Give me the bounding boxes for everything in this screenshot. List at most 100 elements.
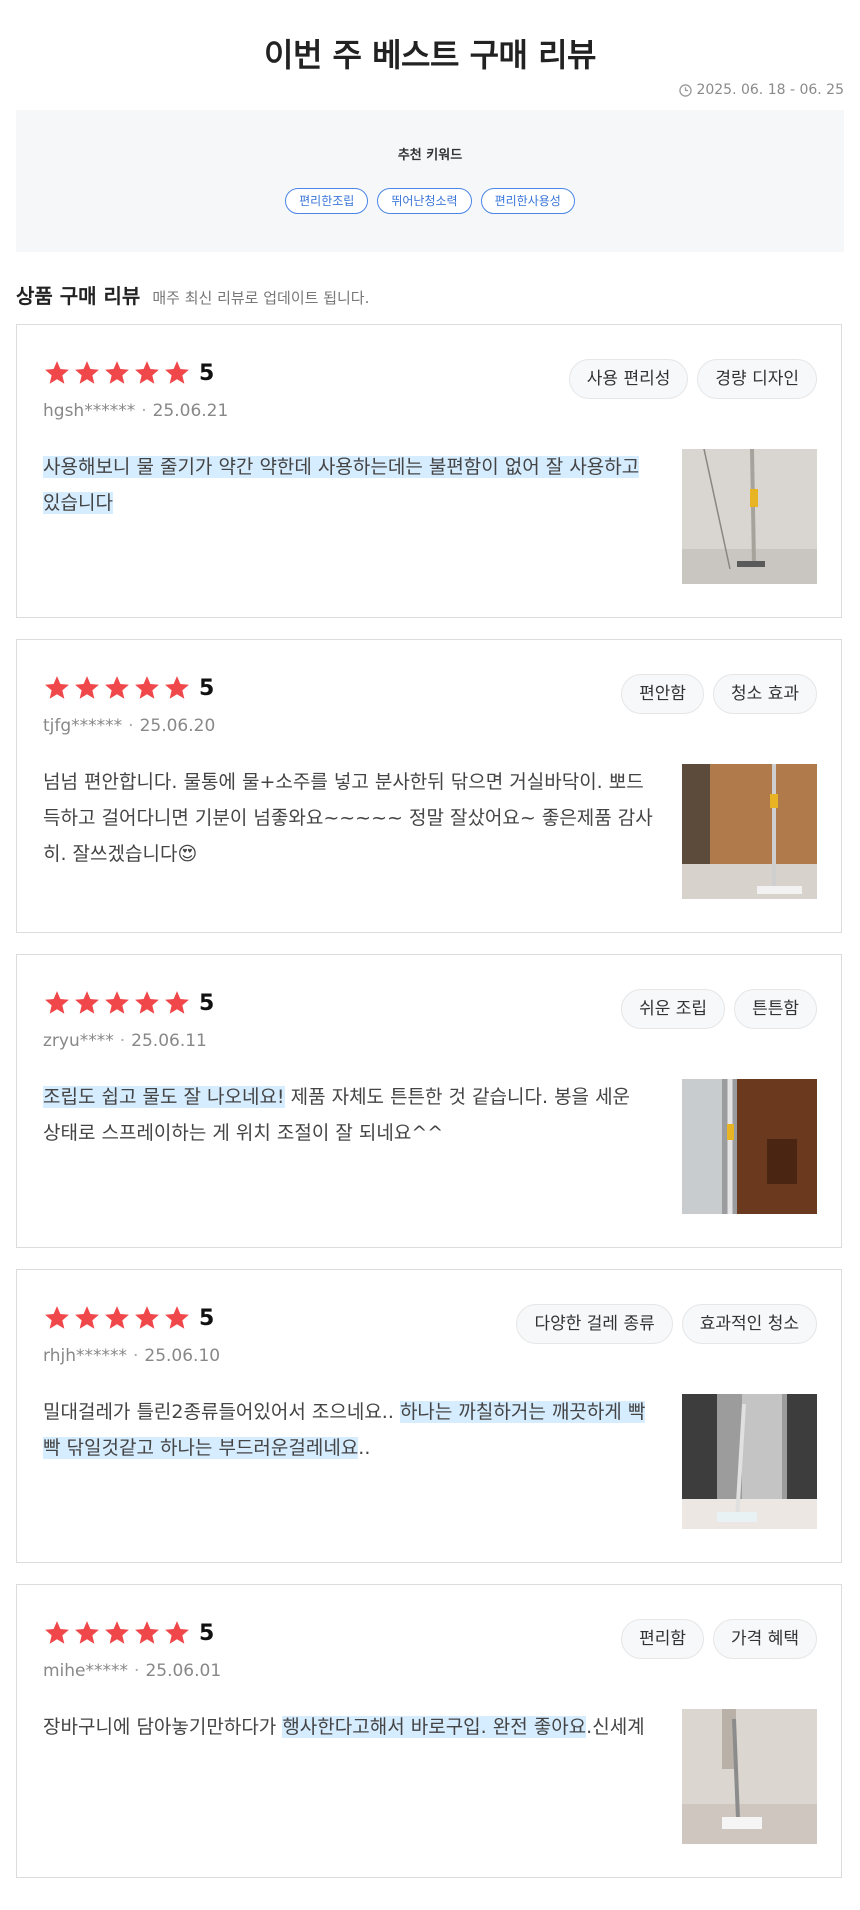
review-card[interactable]: 5 rhjh****** · 25.06.10 다양한 걸레 종류 효과적인 청소밀대걸레…	[16, 1269, 842, 1563]
review-tag: 편리함	[621, 1619, 705, 1659]
star-icon	[165, 991, 189, 1014]
star-icon	[135, 991, 159, 1014]
separator-dot: ·	[141, 401, 147, 421]
review-meta: rhjh****** · 25.06.10	[43, 1346, 220, 1366]
star-icon	[135, 1621, 159, 1644]
star-icon	[165, 1306, 189, 1329]
review-photo[interactable]	[682, 764, 817, 899]
reviewer-id: mihe*****	[43, 1661, 129, 1681]
star-icon	[105, 991, 129, 1014]
separator-dot: ·	[119, 1031, 126, 1051]
review-text-part: 밀대걸레가 틀린2종류들어있어서 조으네요..	[43, 1401, 400, 1423]
review-card[interactable]: 5 zryu**** · 25.06.11 쉬운 조립 튼튼함조립도 쉽고 물도 잘 나오…	[16, 954, 842, 1248]
star-icon	[105, 361, 129, 384]
review-tag: 튼튼함	[734, 989, 817, 1029]
review-photo-image	[682, 1394, 817, 1529]
review-photo[interactable]	[682, 449, 817, 584]
review-tag: 쉬운 조립	[621, 989, 726, 1029]
review-card[interactable]: 5 hgsh****** · 25.06.21 사용 편리성 경량 디자인사용해보니 물 …	[16, 324, 842, 618]
review-tag: 효과적인 청소	[681, 1304, 817, 1344]
review-tag: 편안함	[621, 674, 705, 714]
review-photo-image	[682, 764, 817, 899]
review-text-part: 장바구니에 담아놓기만하다가	[43, 1716, 283, 1738]
review-meta: mihe***** · 25.06.01	[43, 1661, 221, 1681]
reviewer-id: hgsh******	[43, 401, 136, 421]
review-text-part: 사용해보니 물 줄기가 약간 약한데 사용하는데는 불편함이 없어 잘 사용하고…	[43, 456, 640, 514]
review-tags: 쉬운 조립 튼튼함	[621, 989, 817, 1029]
rating-value: 5	[199, 1305, 215, 1331]
recommended-keywords: 추천 키워드 편리한조립 뛰어난청소력 편리한사용성	[16, 110, 844, 252]
star-icon	[105, 1306, 129, 1329]
keyword-chip[interactable]: 편리한사용성	[480, 188, 575, 214]
review-tags: 다양한 걸레 종류 효과적인 청소	[516, 1304, 817, 1344]
star-icon	[45, 361, 69, 384]
star-icon	[135, 361, 159, 384]
star-icon	[135, 676, 159, 699]
review-text-part: 조립도 쉽고 물도 잘 나오네요!	[43, 1086, 285, 1108]
rating-value: 5	[199, 1620, 215, 1646]
review-card[interactable]: 5 tjfg****** · 25.06.20 편안함 청소 효과 넘넘 편안합니다. 물통…	[16, 639, 842, 933]
review-photo-image	[682, 449, 817, 584]
review-date: 25.06.11	[131, 1031, 207, 1051]
star-icon	[135, 1306, 159, 1329]
keyword-chip[interactable]: 편리한조립	[285, 188, 369, 214]
review-photo[interactable]	[682, 1079, 817, 1214]
rating-value: 5	[199, 990, 215, 1016]
star-icon	[105, 676, 129, 699]
review-text-part: .신세계	[586, 1716, 645, 1738]
review-date: 25.06.10	[144, 1346, 221, 1366]
section-subtitle: 매주 최신 리뷰로 업데이트 됩니다.	[152, 289, 370, 307]
review-meta: tjfg****** · 25.06.20	[43, 716, 215, 736]
period-text: 2025. 06. 18 - 06. 25	[696, 82, 844, 98]
review-tags: 편안함 청소 효과	[621, 674, 817, 714]
separator-dot: ·	[128, 716, 134, 736]
review-tags: 편리함 가격 혜택	[621, 1619, 817, 1659]
review-date: 25.06.21	[152, 401, 229, 421]
star-rating: 5	[43, 359, 214, 387]
review-tag: 가격 혜택	[713, 1619, 817, 1659]
separator-dot: ·	[134, 1661, 140, 1681]
review-tags: 사용 편리성 경량 디자인	[568, 359, 817, 399]
star-icon	[75, 991, 99, 1014]
review-photo[interactable]	[682, 1394, 817, 1529]
star-rating: 5	[43, 989, 214, 1017]
review-page: 이번 주 베스트 구매 리뷰 2025. 06. 18 - 06. 25 추천 …	[0, 0, 860, 1910]
review-text-part: 행사한다고해서 바로구입. 완전 좋아요	[282, 1716, 587, 1738]
review-text: 장바구니에 담아놓기만하다가 행사한다고해서 바로구입. 완전 좋아요.신세계	[43, 1709, 653, 1745]
review-tag: 청소 효과	[713, 674, 817, 714]
review-tag: 다양한 걸레 종류	[516, 1304, 673, 1344]
page-title: 이번 주 베스트 구매 리뷰	[264, 36, 596, 74]
clock-icon	[679, 83, 693, 97]
reviewer-id: tjfg******	[43, 716, 123, 736]
reviewer-id: rhjh******	[43, 1346, 127, 1366]
star-icon	[75, 1306, 99, 1329]
star-icon	[45, 1621, 69, 1644]
star-icon	[75, 676, 99, 699]
star-icon	[75, 361, 99, 384]
review-tag: 사용 편리성	[568, 359, 689, 399]
review-text: 사용해보니 물 줄기가 약간 약한데 사용하는데는 불편함이 없어 잘 사용하고…	[43, 449, 653, 521]
star-icon	[105, 1621, 129, 1644]
review-photo[interactable]	[682, 1709, 817, 1844]
star-icon	[45, 991, 69, 1014]
review-photo-image	[682, 1709, 817, 1844]
keyword-chip[interactable]: 뛰어난청소력	[377, 188, 472, 214]
star-icon	[45, 676, 69, 699]
review-tag: 경량 디자인	[697, 359, 817, 399]
star-icon	[75, 1621, 99, 1644]
star-rating: 5	[43, 1304, 214, 1332]
keywords-title: 추천 키워드	[397, 148, 463, 163]
separator-dot: ·	[132, 1346, 139, 1366]
reviewer-id: zryu****	[43, 1031, 114, 1051]
review-card[interactable]: 5 mihe***** · 25.06.01 편리함 가격 혜택장바구니에 담아놓기만하다…	[16, 1584, 842, 1878]
star-icon	[45, 1306, 69, 1329]
review-text: 밀대걸레가 틀린2종류들어있어서 조으네요.. 하나는 까칠하거는 깨끗하게 빡…	[43, 1394, 653, 1466]
review-photo-image	[682, 1079, 817, 1214]
rating-value: 5	[199, 360, 215, 386]
section-header: 상품 구매 리뷰 매주 최신 리뷰로 업데이트 됩니다.	[16, 280, 369, 309]
star-icon	[165, 361, 189, 384]
star-rating: 5	[43, 674, 214, 702]
review-text-part: ..	[358, 1437, 371, 1459]
review-date: 25.06.20	[139, 716, 216, 736]
review-text: 조립도 쉽고 물도 잘 나오네요! 제품 자체도 튼튼한 것 같습니다. 봉을 …	[43, 1079, 653, 1151]
